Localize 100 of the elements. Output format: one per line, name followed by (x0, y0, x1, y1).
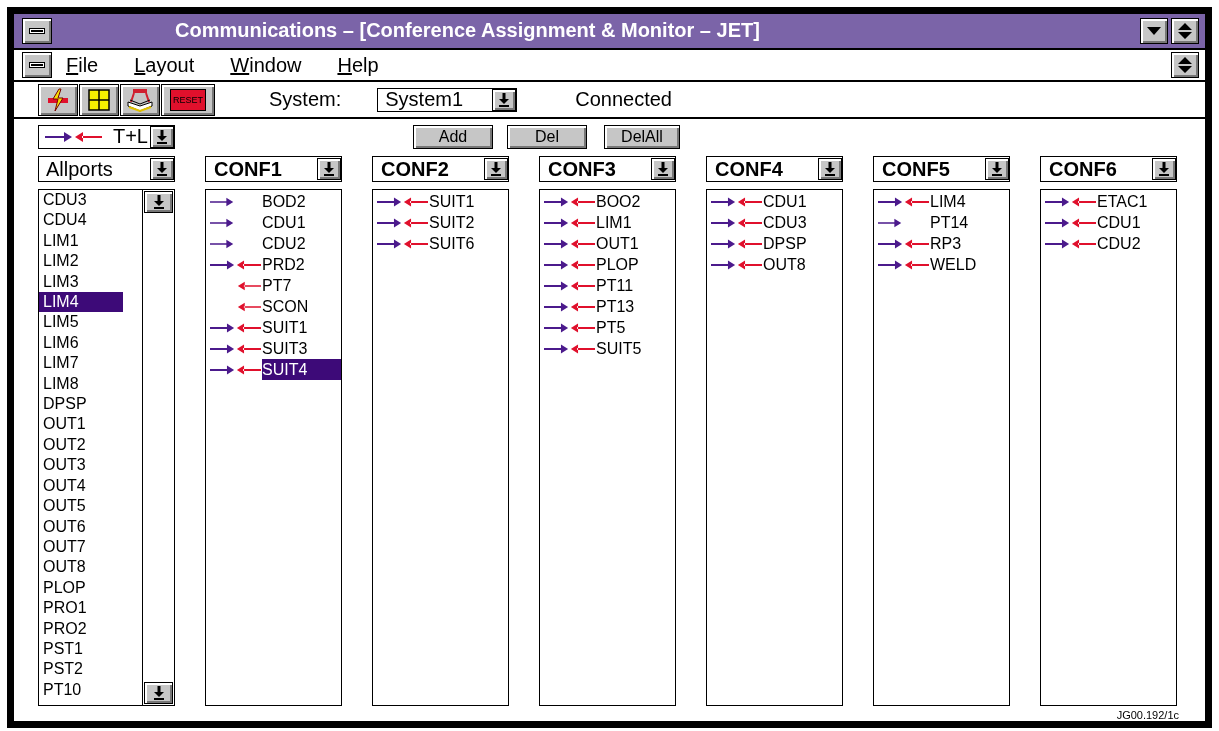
list-item[interactable]: LIM2 (39, 251, 123, 272)
list-item[interactable]: LIM8 (39, 373, 123, 395)
port-entry[interactable]: SUIT1 (429, 191, 508, 212)
list-item[interactable]: OUT5 (39, 496, 123, 517)
port-entry[interactable]: SUIT2 (429, 212, 508, 233)
down-arrow-icon (156, 129, 168, 144)
toolbar-button[interactable] (79, 83, 119, 116)
list-item[interactable]: PT10 (39, 679, 123, 701)
minimize-button[interactable] (1140, 17, 1168, 44)
port-entry[interactable]: DPSP (763, 233, 842, 254)
list-item[interactable]: OUT2 (39, 434, 123, 456)
list-item[interactable]: PRO1 (39, 598, 123, 619)
book-icon (127, 87, 153, 112)
action-button[interactable]: DelAll (604, 124, 680, 149)
dropdown-button[interactable] (651, 158, 675, 180)
port-entry[interactable]: SUIT4 (262, 359, 341, 380)
port-entry[interactable]: CDU2 (262, 233, 341, 254)
port-entry[interactable]: ETAC1 (1097, 191, 1176, 212)
down-arrow-icon (498, 92, 511, 107)
list-item[interactable]: LIM6 (39, 332, 123, 354)
action-button[interactable]: Del (507, 124, 587, 149)
port-entry[interactable]: CDU1 (262, 212, 341, 233)
dropdown-button[interactable] (492, 88, 517, 111)
system-dropdown[interactable]: System1 (377, 87, 518, 112)
dropdown-button[interactable] (985, 158, 1009, 180)
right-arrow-icon (45, 131, 73, 142)
port-entry[interactable]: PT11 (596, 275, 675, 296)
bar-icon (29, 27, 45, 34)
port-entry[interactable]: PT5 (596, 317, 675, 338)
port-entry[interactable]: PRD2 (262, 254, 341, 275)
toolbar-button[interactable] (38, 83, 78, 116)
ports-dropdown[interactable]: Allports (38, 156, 175, 182)
port-entry[interactable]: LIM4 (930, 191, 1009, 212)
conference-dropdown[interactable]: CONF3 (539, 156, 676, 182)
port-entry[interactable]: SUIT3 (262, 338, 341, 359)
menu-item[interactable]: Window (230, 53, 302, 77)
port-entry[interactable]: SUIT1 (262, 317, 341, 338)
list-item[interactable]: LIM3 (39, 271, 123, 293)
scrollbar[interactable] (142, 190, 174, 705)
maximize-button[interactable] (1171, 17, 1199, 44)
dropdown-button[interactable] (1152, 158, 1176, 180)
system-menu-button[interactable] (22, 17, 52, 44)
port-entry[interactable]: BOO2 (596, 191, 675, 212)
dropdown-button[interactable] (150, 158, 174, 180)
conference-dropdown[interactable]: CONF4 (706, 156, 843, 182)
port-entry[interactable]: CDU3 (763, 212, 842, 233)
port-entry[interactable]: OUT8 (763, 254, 842, 275)
list-item[interactable]: CDU3 (39, 190, 123, 211)
port-entry[interactable]: SUIT5 (596, 338, 675, 359)
conference-dropdown[interactable]: CONF6 (1040, 156, 1177, 182)
dropdown-button[interactable] (484, 158, 508, 180)
port-entry[interactable]: PT14 (930, 212, 1009, 233)
menu-item[interactable]: Layout (134, 53, 195, 77)
port-entry[interactable]: PT13 (596, 296, 675, 317)
list-item[interactable]: PST1 (39, 638, 123, 660)
list-item[interactable]: OUT1 (39, 414, 123, 435)
port-entry[interactable]: CDU1 (763, 191, 842, 212)
list-item[interactable]: OUT8 (39, 557, 123, 578)
restore-button[interactable] (1171, 52, 1199, 78)
list-item[interactable]: OUT3 (39, 455, 123, 476)
port-entry[interactable]: SCON (262, 296, 341, 317)
conference-dropdown[interactable]: CONF2 (372, 156, 509, 182)
port-entry[interactable]: OUT1 (596, 233, 675, 254)
port-entry[interactable]: SUIT6 (429, 233, 508, 254)
dropdown-button[interactable] (144, 191, 173, 213)
port-entry[interactable]: RP3 (930, 233, 1009, 254)
port-entry[interactable]: BOD2 (262, 191, 341, 212)
port-entry[interactable]: PLOP (596, 254, 675, 275)
list-item[interactable]: PST2 (39, 659, 123, 680)
list-item[interactable]: DPSP (39, 394, 123, 415)
list-item[interactable]: LIM4 (39, 292, 123, 313)
up-down-arrows-icon (1178, 22, 1192, 39)
dropdown-button[interactable] (818, 158, 842, 180)
conference-dropdown[interactable]: CONF5 (873, 156, 1010, 182)
dropdown-button[interactable] (317, 158, 341, 180)
list-item[interactable]: CDU4 (39, 210, 123, 231)
list-item[interactable]: OUT7 (39, 536, 123, 558)
port-entry[interactable]: CDU1 (1097, 212, 1176, 233)
list-item[interactable]: PRO2 (39, 618, 123, 639)
action-button[interactable]: Add (413, 124, 493, 149)
port-entry[interactable]: WELD (930, 254, 1009, 275)
toolbar-button[interactable] (120, 83, 160, 116)
port-entry[interactable]: LIM1 (596, 212, 675, 233)
list-item[interactable]: PLOP (39, 577, 123, 599)
list-item[interactable]: LIM1 (39, 230, 123, 252)
dropdown-button[interactable] (144, 682, 173, 704)
conference-dropdown[interactable]: CONF1 (205, 156, 342, 182)
dropdown-button[interactable] (150, 125, 174, 148)
menu-item[interactable]: File (66, 53, 99, 77)
system-menu-button[interactable] (22, 52, 52, 78)
down-arrow-icon (824, 162, 836, 176)
port-entry[interactable]: PT7 (262, 275, 341, 296)
port-entry[interactable]: CDU2 (1097, 233, 1176, 254)
mode-dropdown[interactable]: T+L (38, 124, 175, 149)
list-item[interactable]: OUT4 (39, 475, 123, 497)
menu-item[interactable]: Help (337, 53, 379, 77)
list-item[interactable]: LIM7 (39, 353, 123, 374)
list-item[interactable]: LIM5 (39, 312, 123, 333)
reset-button[interactable]: RESET (161, 83, 215, 116)
list-item[interactable]: OUT6 (39, 516, 123, 537)
